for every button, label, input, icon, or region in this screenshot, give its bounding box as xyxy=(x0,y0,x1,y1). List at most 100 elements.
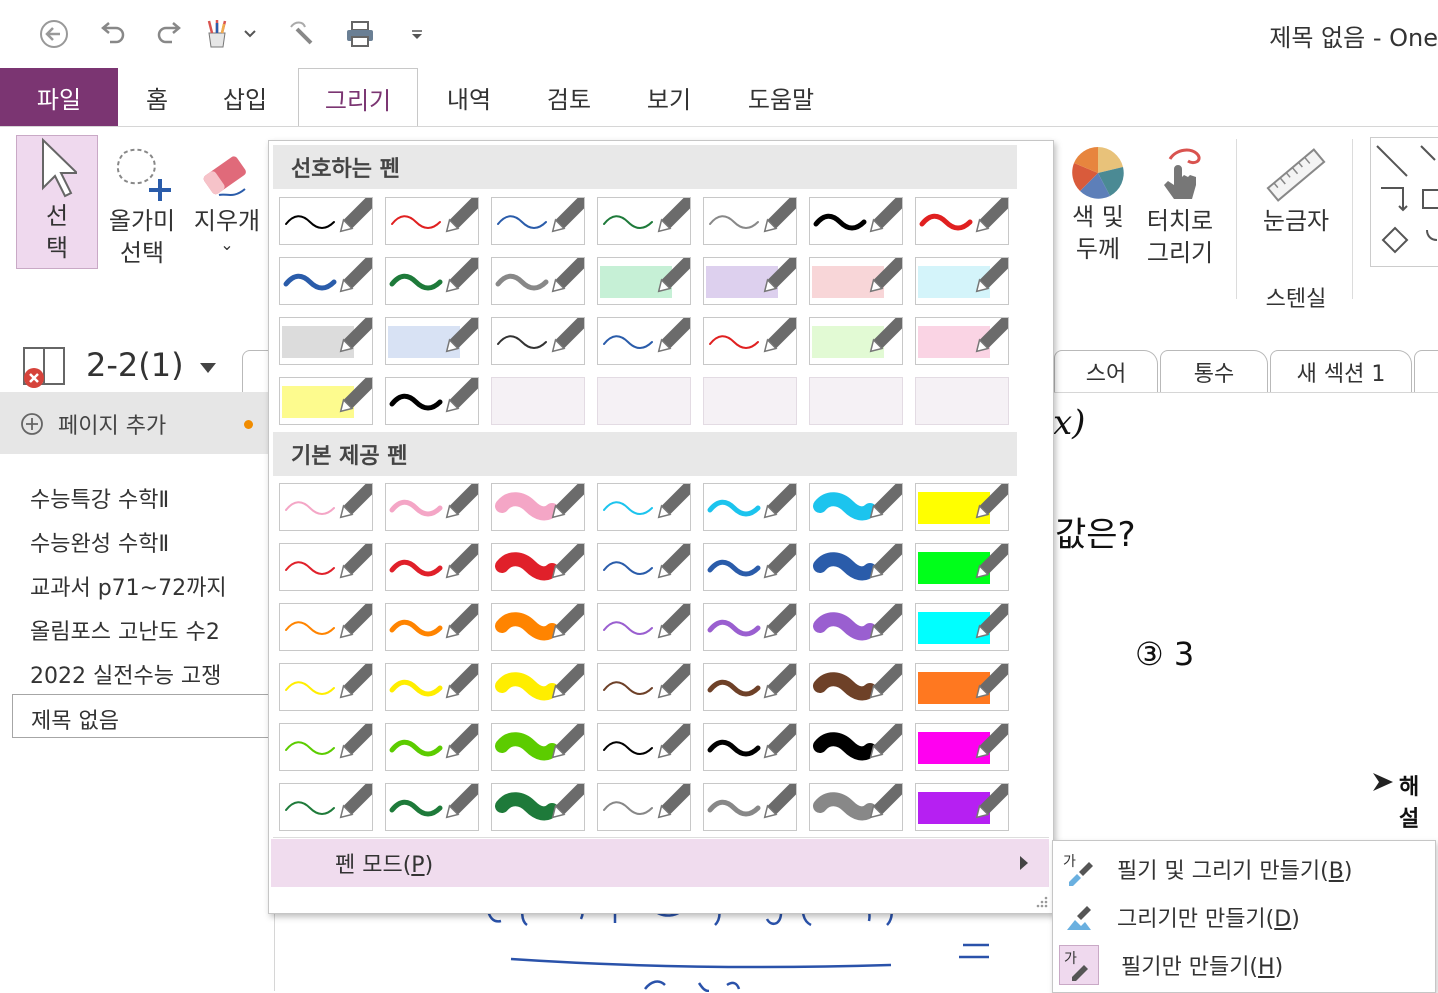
pen-swatch[interactable] xyxy=(491,603,585,651)
eraser-button[interactable]: 지우개 ⌄ xyxy=(190,145,264,253)
pen-swatch[interactable] xyxy=(809,783,903,831)
pen-swatch[interactable] xyxy=(703,663,797,711)
pen-swatch[interactable] xyxy=(385,257,479,305)
pen-swatch[interactable] xyxy=(809,603,903,651)
pen-swatch[interactable] xyxy=(597,483,691,531)
section-tab[interactable]: 새 섹션 1 xyxy=(1270,350,1412,393)
pen-swatch[interactable] xyxy=(703,257,797,305)
pen-swatch[interactable] xyxy=(597,197,691,245)
page-item[interactable]: 교과서 p71~72까지 xyxy=(30,570,227,602)
customize-qat-icon[interactable] xyxy=(400,16,434,52)
pen-swatch[interactable] xyxy=(385,603,479,651)
pen-swatch[interactable] xyxy=(279,257,373,305)
ruler-button[interactable]: 눈금자 xyxy=(1254,145,1338,237)
pen-swatch[interactable] xyxy=(915,783,1009,831)
back-icon[interactable] xyxy=(36,16,72,52)
pen-swatch[interactable] xyxy=(915,543,1009,591)
pen-swatch[interactable] xyxy=(597,723,691,771)
tab-history[interactable]: 내역 xyxy=(436,68,502,126)
redo-icon[interactable] xyxy=(152,16,188,52)
pen-mode-menu-item[interactable]: 펜 모드(P) xyxy=(271,839,1049,887)
section-tab[interactable]: 통수 xyxy=(1160,350,1268,393)
undo-icon[interactable] xyxy=(94,16,130,52)
pen-swatch[interactable] xyxy=(597,603,691,651)
pen-swatch[interactable] xyxy=(597,543,691,591)
color-thickness-button[interactable]: 색 및 두께 xyxy=(1062,145,1134,265)
pen-swatch[interactable] xyxy=(809,663,903,711)
pen-swatch[interactable] xyxy=(809,197,903,245)
shapes-gallery[interactable] xyxy=(1370,137,1438,267)
pens-cup-icon[interactable] xyxy=(200,16,236,52)
pen-swatch[interactable] xyxy=(915,317,1009,365)
pen-swatch[interactable] xyxy=(915,483,1009,531)
pen-swatch[interactable] xyxy=(279,543,373,591)
pen-swatch[interactable] xyxy=(491,197,585,245)
pen-swatch[interactable] xyxy=(385,723,479,771)
pen-swatch[interactable] xyxy=(703,783,797,831)
pen-swatch[interactable] xyxy=(809,723,903,771)
add-page-bar[interactable]: 페이지 추가 xyxy=(0,392,274,454)
pen-swatch[interactable] xyxy=(597,663,691,711)
pen-swatch[interactable] xyxy=(809,317,903,365)
draw-only-option[interactable]: 그리기만 만들기(D) xyxy=(1053,893,1433,941)
pen-swatch[interactable] xyxy=(385,197,479,245)
pen-swatch[interactable] xyxy=(385,663,479,711)
pen-swatch[interactable] xyxy=(597,783,691,831)
pen-swatch[interactable] xyxy=(703,543,797,591)
pen-swatch[interactable] xyxy=(385,377,479,425)
page-item[interactable]: 수능완성 수학Ⅱ xyxy=(30,526,169,558)
pen-swatch[interactable] xyxy=(703,723,797,771)
pen-swatch[interactable] xyxy=(491,663,585,711)
pen-swatch[interactable] xyxy=(385,783,479,831)
touch-draw-button[interactable]: 터치로 그리기 xyxy=(1140,145,1220,269)
page-item[interactable]: 2022 실전수능 고쟁 xyxy=(30,658,221,690)
lasso-pen-icon[interactable] xyxy=(284,16,320,52)
select-button[interactable]: 선 택 xyxy=(16,135,98,269)
pen-swatch[interactable] xyxy=(703,603,797,651)
page-item[interactable]: 수능특강 수학Ⅱ xyxy=(30,482,169,514)
pen-swatch[interactable] xyxy=(491,783,585,831)
chevron-down-icon[interactable] xyxy=(240,16,260,52)
pen-swatch[interactable] xyxy=(915,257,1009,305)
pen-swatch[interactable] xyxy=(279,783,373,831)
pen-swatch[interactable] xyxy=(809,483,903,531)
pen-swatch[interactable] xyxy=(279,483,373,531)
pen-swatch[interactable] xyxy=(385,317,479,365)
pen-swatch[interactable] xyxy=(279,663,373,711)
print-icon[interactable] xyxy=(342,16,378,52)
pen-swatch[interactable] xyxy=(279,723,373,771)
tab-draw[interactable]: 그리기 xyxy=(298,68,418,128)
pen-swatch[interactable] xyxy=(703,483,797,531)
pen-swatch[interactable] xyxy=(491,723,585,771)
pen-swatch[interactable] xyxy=(703,317,797,365)
pen-swatch[interactable] xyxy=(491,543,585,591)
section-tab[interactable]: 스어 xyxy=(1054,350,1158,393)
tab-view[interactable]: 보기 xyxy=(636,68,702,126)
notebook-icon[interactable] xyxy=(20,344,70,394)
pen-swatch[interactable] xyxy=(279,377,373,425)
pen-swatch[interactable] xyxy=(915,663,1009,711)
pen-swatch[interactable] xyxy=(279,603,373,651)
notebook-name[interactable]: 2-2(1) xyxy=(86,346,184,384)
pen-swatch[interactable] xyxy=(915,723,1009,771)
notebook-dropdown-icon[interactable] xyxy=(198,360,218,379)
pen-swatch[interactable] xyxy=(279,197,373,245)
ink-and-draw-option[interactable]: 가 필기 및 그리기 만들기(B) xyxy=(1053,845,1433,893)
tab-help[interactable]: 도움말 xyxy=(736,68,826,126)
pen-swatch[interactable] xyxy=(597,257,691,305)
tab-home[interactable]: 홈 xyxy=(126,68,188,126)
pen-swatch[interactable] xyxy=(279,317,373,365)
pen-swatch[interactable] xyxy=(809,543,903,591)
pen-swatch[interactable] xyxy=(491,483,585,531)
ink-only-option[interactable]: 가 필기만 만들기(H) xyxy=(1053,941,1433,989)
pen-swatch[interactable] xyxy=(809,257,903,305)
page-item-selected[interactable]: 제목 없음 xyxy=(12,694,274,738)
pen-swatch[interactable] xyxy=(491,257,585,305)
lasso-select-button[interactable]: 올가미 선택 xyxy=(104,145,180,269)
pen-swatch[interactable] xyxy=(385,483,479,531)
pen-swatch[interactable] xyxy=(597,317,691,365)
pen-swatch[interactable] xyxy=(491,317,585,365)
eraser-chevron-icon[interactable]: ⌄ xyxy=(220,237,233,253)
tab-insert[interactable]: 삽입 xyxy=(212,68,278,126)
pen-swatch[interactable] xyxy=(915,603,1009,651)
